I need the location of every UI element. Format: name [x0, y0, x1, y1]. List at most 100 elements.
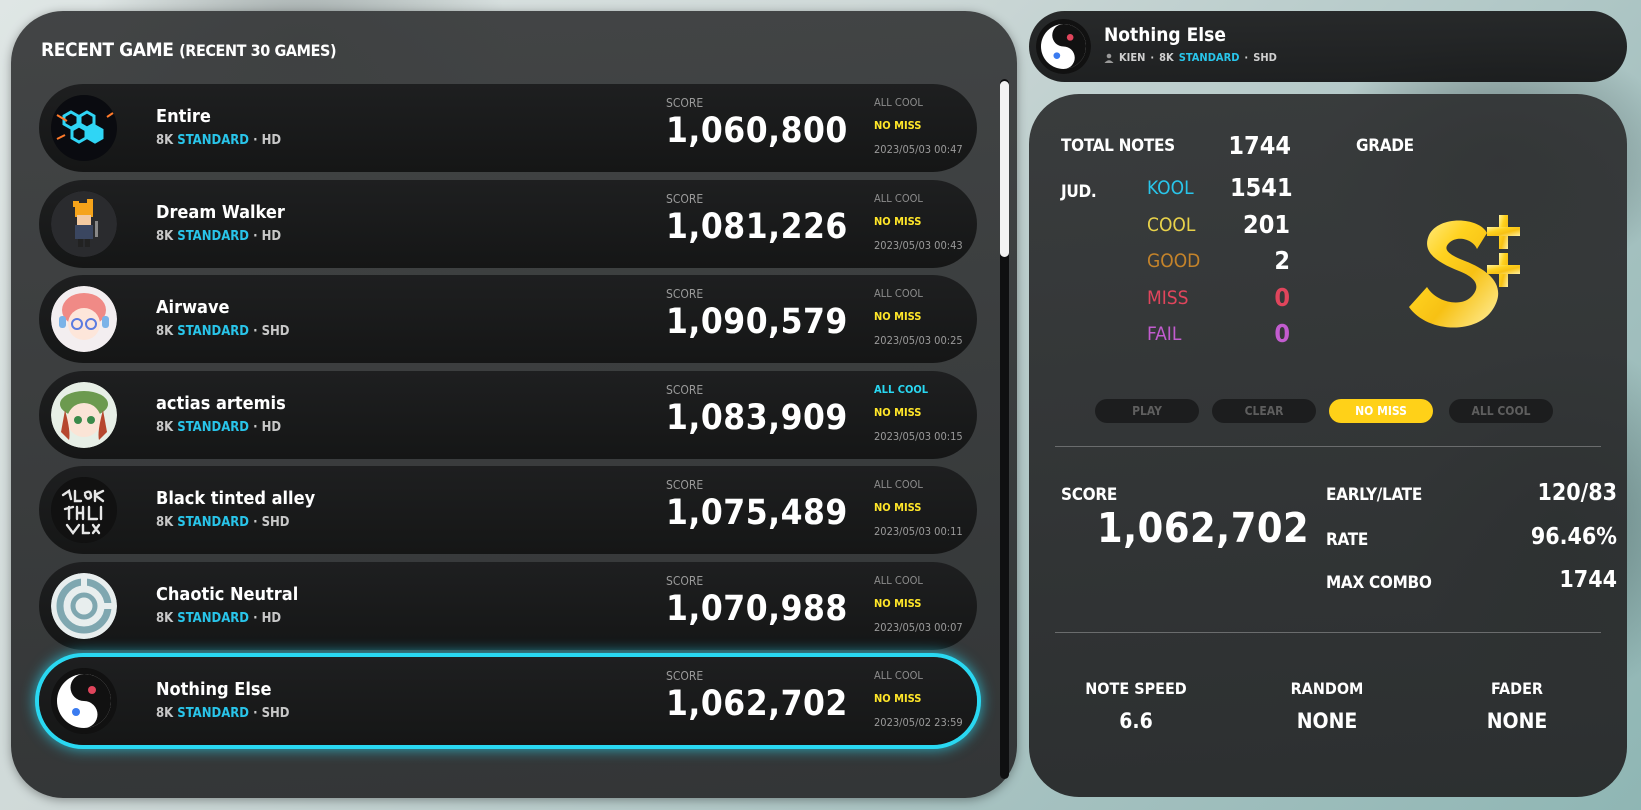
all-cool-tag: ALL COOL	[874, 382, 929, 396]
difficulty-tier: · HD	[253, 228, 282, 244]
score-value: 1,060,800	[666, 111, 848, 151]
no-miss-tag: NO MISS	[874, 405, 922, 419]
game-row[interactable]: Nothing Else 8K STANDARD · SHD SCORE 1,062,…	[39, 657, 977, 745]
song-title: Chaotic Neutral	[156, 583, 299, 605]
green-hair-girl-jacket	[51, 381, 117, 448]
artist-name: KIEN	[1119, 51, 1146, 64]
graffiti-jacket	[51, 477, 117, 543]
result-detail-panel: TOTAL NOTES 1744 GRADE JUD. KOOL 1541 COOL…	[1029, 94, 1627, 797]
judgement-label: JUD.	[1061, 182, 1097, 202]
song-header: Nothing Else KIEN · 8K STANDARD · SHD	[1029, 11, 1627, 82]
play-date: 2023/05/03 00:11	[874, 525, 963, 538]
pixel-character-jacket	[51, 190, 117, 257]
play-date: 2023/05/03 00:43	[874, 238, 963, 252]
scrollbar-thumb[interactable]	[1000, 81, 1009, 257]
game-row[interactable]: Entire 8K STANDARD · HD SCORE 1,060,800 ALL …	[39, 84, 977, 172]
song-title: Entire	[156, 106, 211, 127]
song-title: Nothing Else	[156, 679, 272, 700]
score-label: SCORE	[666, 478, 704, 492]
ring-jacket	[51, 572, 117, 639]
play-date: 2023/05/02 23:59	[874, 716, 963, 729]
chart-type: STANDARD	[177, 324, 249, 339]
song-meta: 8K STANDARD · HD	[156, 611, 281, 626]
recent-games-panel: RECENT GAME (RECENT 30 GAMES) Entire 8K S…	[11, 11, 1017, 798]
judgement-cool-label: COOL	[1147, 213, 1196, 236]
hexagon-jacket	[51, 95, 117, 161]
play-date: 2023/05/03 00:15	[874, 429, 963, 443]
no-miss-tag: NO MISS	[874, 310, 922, 323]
all-cool-tag: ALL COOL	[874, 287, 923, 300]
panel-title-main: RECENT GAME	[41, 39, 174, 61]
yin-yang-jacket	[1036, 19, 1091, 74]
song-meta: 8K STANDARD · HD	[156, 420, 281, 435]
chart-type: STANDARD	[177, 610, 249, 626]
no-miss-tag: NO MISS	[874, 119, 922, 132]
judgement-good-label: GOOD	[1147, 250, 1201, 272]
score-label: SCORE	[666, 669, 704, 683]
panel-title-sub: (RECENT 30 GAMES)	[179, 41, 337, 60]
judgement-fail-value: 0	[1274, 319, 1290, 348]
user-icon	[1104, 53, 1114, 63]
song-meta: 8K STANDARD · HD	[156, 133, 281, 148]
song-meta: 8K STANDARD · SHD	[156, 515, 290, 530]
all-cool-tag: ALL COOL	[874, 669, 923, 682]
game-row[interactable]: Black tinted alley 8K STANDARD · SHD SCORE…	[39, 466, 977, 554]
judgement-miss-label: MISS	[1147, 286, 1189, 309]
all-cool-tag: ALL COOL	[874, 478, 923, 491]
key-mode: 8K	[156, 515, 174, 530]
no-miss-tag: NO MISS	[874, 692, 922, 705]
judgement-good-value: 2	[1274, 246, 1290, 275]
score-label: SCORE	[666, 96, 704, 110]
option-random-value: NONE	[1296, 709, 1358, 733]
badge-all-cool: ALL COOL	[1449, 399, 1553, 423]
difficulty-tier: · HD	[253, 419, 282, 435]
no-miss-tag: NO MISS	[874, 596, 922, 610]
score-label: SCORE	[666, 191, 704, 206]
score-label: SCORE	[666, 382, 704, 397]
key-mode: 8K	[156, 610, 174, 626]
score-value: 1,062,702	[666, 684, 848, 724]
key-mode: 8K	[156, 324, 174, 339]
total-notes-label: TOTAL NOTES	[1061, 136, 1175, 156]
total-notes-value: 1744	[1228, 131, 1291, 160]
early-late-value: 120/83	[1537, 480, 1617, 506]
score-value: 1,083,909	[666, 397, 848, 438]
song-meta: 8K STANDARD · SHD	[156, 324, 290, 339]
difficulty-tier: · HD	[253, 133, 282, 148]
key-mode: 8K	[156, 133, 174, 148]
key-mode: 8K	[156, 419, 174, 435]
rate-value: 96.46%	[1530, 524, 1617, 550]
scrollbar[interactable]	[1000, 79, 1009, 779]
key-mode: 8K	[1159, 51, 1174, 64]
no-miss-tag: NO MISS	[874, 214, 922, 228]
anime-girl-jacket	[51, 286, 117, 352]
song-title: Dream Walker	[156, 201, 285, 223]
judgement-kool-value: 1541	[1230, 173, 1293, 202]
chart-type: STANDARD	[177, 706, 249, 721]
chart-type: STANDARD	[1178, 51, 1240, 64]
song-meta: KIEN · 8K STANDARD · SHD	[1104, 51, 1277, 64]
difficulty-tier: · SHD	[253, 324, 290, 339]
option-random-label: RANDOM	[1290, 679, 1364, 698]
play-date: 2023/05/03 00:07	[874, 620, 963, 634]
option-fader-value: NONE	[1486, 709, 1548, 733]
grade-s-plus-plus	[1409, 215, 1520, 328]
game-row[interactable]: Chaotic Neutral 8K STANDARD · HD SCORE 1,07…	[39, 561, 977, 650]
divider	[1055, 446, 1601, 447]
song-meta: 8K STANDARD · SHD	[156, 706, 290, 721]
difficulty-tier: · HD	[253, 610, 282, 626]
yin-yang-jacket	[51, 668, 117, 734]
game-row[interactable]: Dream Walker 8K STANDARD · HD SCORE 1,081,2…	[39, 179, 977, 268]
song-meta: 8K STANDARD · HD	[156, 229, 281, 244]
option-note-speed-label: NOTE SPEED	[1085, 679, 1187, 698]
score-value: 1,070,988	[666, 588, 848, 629]
play-date: 2023/05/03 00:47	[874, 143, 963, 156]
score-value: 1,081,226	[666, 206, 848, 247]
game-row[interactable]: actias artemis 8K STANDARD · HD SCORE 1,083…	[39, 370, 977, 459]
option-note-speed-value: 6.6	[1119, 709, 1153, 733]
chart-type: STANDARD	[177, 228, 249, 244]
game-row[interactable]: Airwave 8K STANDARD · SHD SCORE 1,090,579 AL…	[39, 275, 977, 363]
badge-play: PLAY	[1095, 399, 1199, 423]
all-cool-tag: ALL COOL	[874, 191, 923, 205]
key-mode: 8K	[156, 228, 174, 244]
